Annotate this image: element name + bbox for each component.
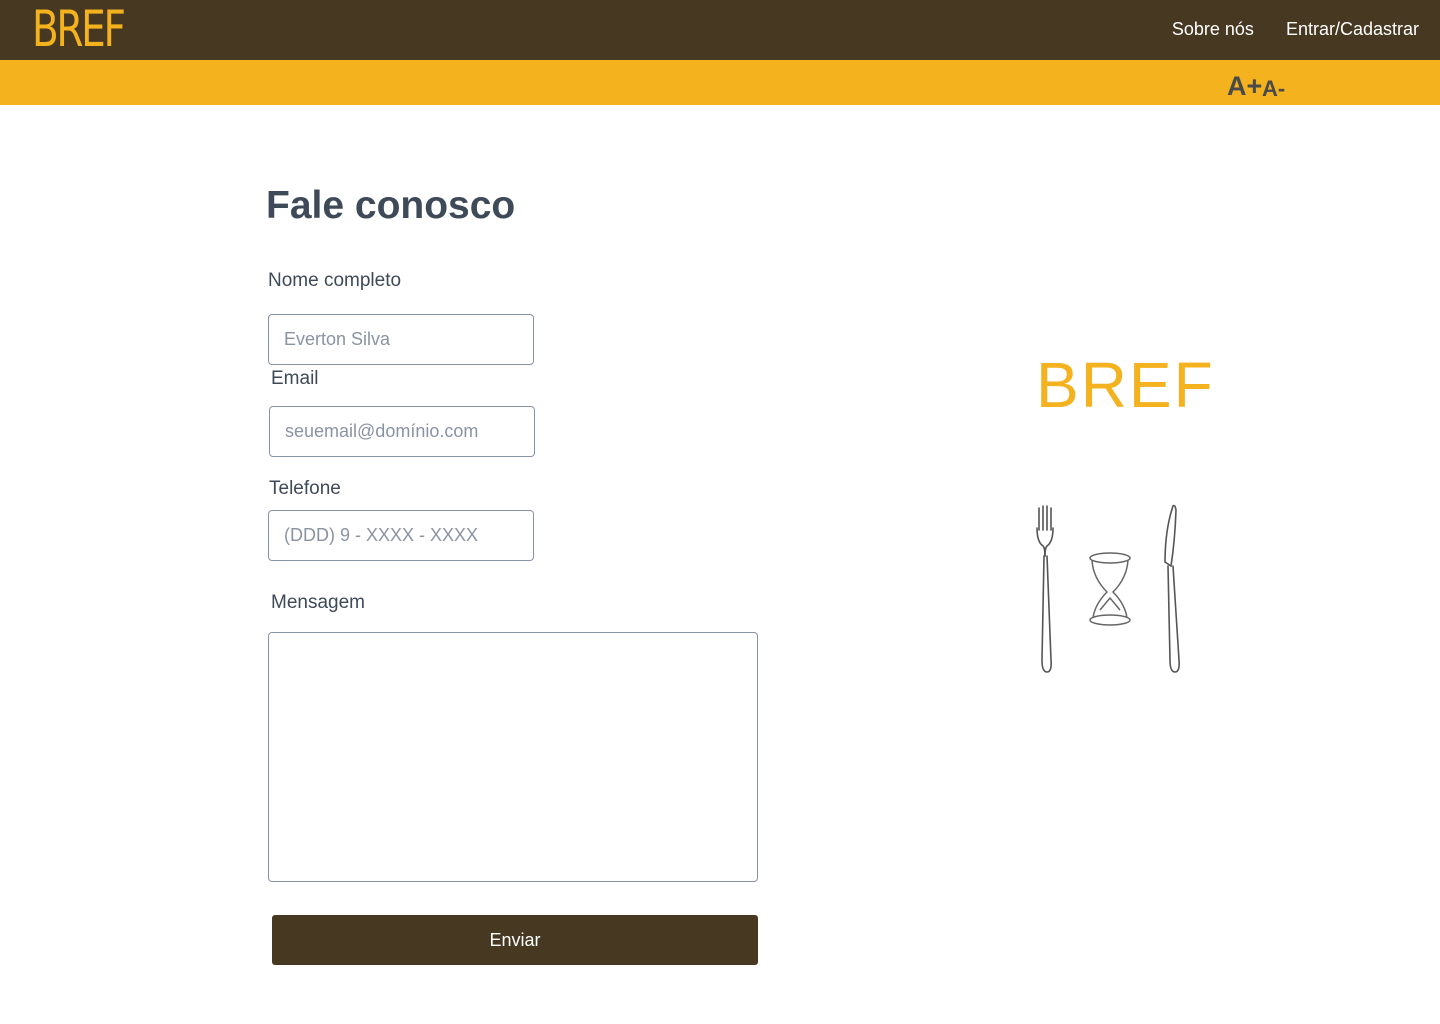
- accessibility-bar: [0, 60, 1440, 105]
- brand-logo[interactable]: BREF: [32, 3, 126, 55]
- knife-icon: [1164, 504, 1180, 673]
- submit-button[interactable]: Enviar: [272, 915, 758, 965]
- nav-link-about[interactable]: Sobre nós: [1172, 18, 1254, 40]
- page-title: Fale conosco: [266, 184, 516, 227]
- name-input[interactable]: [268, 314, 534, 365]
- increase-font-button[interactable]: A+: [1227, 71, 1262, 101]
- phone-input[interactable]: [268, 510, 534, 561]
- email-label: Email: [271, 368, 319, 389]
- name-label: Nome completo: [268, 270, 402, 291]
- message-label: Mensagem: [271, 592, 365, 613]
- hourglass-icon: [1089, 552, 1131, 626]
- main-nav: Sobre nós Entrar/Cadastrar: [1172, 18, 1419, 40]
- fork-icon: [1036, 505, 1054, 673]
- email-input[interactable]: [269, 406, 535, 457]
- phone-label: Telefone: [269, 478, 341, 499]
- top-navbar: BREF Sobre nós Entrar/Cadastrar: [0, 0, 1440, 60]
- nav-link-login[interactable]: Entrar/Cadastrar: [1286, 18, 1419, 40]
- decrease-font-button[interactable]: A-: [1262, 76, 1285, 102]
- side-brand-logo: BREF: [1036, 349, 1215, 421]
- message-textarea[interactable]: [268, 632, 758, 882]
- cutlery-hourglass-illustration: [1036, 504, 1180, 673]
